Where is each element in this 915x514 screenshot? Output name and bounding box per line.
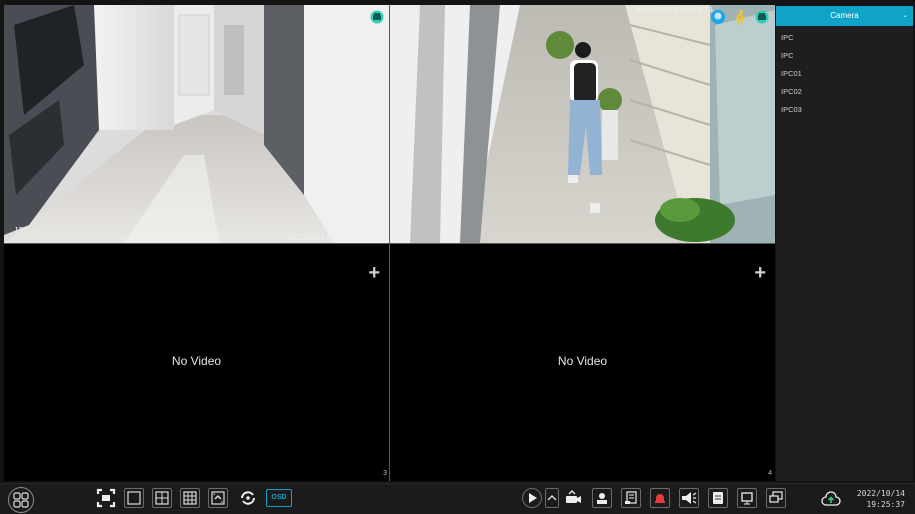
playback-icon [529,493,537,503]
osd-timestamp: 2022/10/14 19:24:14 [634,6,714,14]
camera-list-item[interactable]: IPC02 [776,83,913,101]
osd-toggle[interactable]: OSD [266,489,292,507]
cloud-upgrade-button[interactable] [820,489,842,509]
alarm-icon [655,494,665,503]
add-camera-button[interactable]: + [754,263,766,283]
start-menu-button[interactable] [8,487,34,513]
video-cell-4[interactable]: + No Video 4 [390,244,775,481]
cell-number: 3 [383,470,387,477]
face-detection-icon [711,10,725,24]
camera-selector[interactable]: Camera ⌄ [776,6,913,26]
camera-list-item[interactable]: IPC03 [776,101,913,119]
nine-view-icon [183,491,197,505]
audio-icon [682,492,697,504]
camera-list-item[interactable]: IPC [776,29,913,47]
camera-panel: Camera ⌄ IPC IPC IPC01 IPC02 IPC03 [776,6,913,481]
video-cell-2[interactable]: IPC01 2022/10/14 19:24:14 2 [390,5,775,243]
ptz-button[interactable] [563,488,583,508]
video-grid: IPC02 2022/10/14 19:24:14 IPC01 2022/10/… [4,5,775,481]
add-camera-button[interactable]: + [368,263,380,283]
clock-time: 19:25:37 [866,500,905,509]
video-cell-3[interactable]: + No Video 3 [4,244,389,481]
disk-icon [713,492,723,504]
system-clock: 2022/10/14 19:25:37 [857,488,905,510]
fullscreen-button[interactable] [96,488,116,508]
single-view-button[interactable] [124,488,144,508]
alarm-button[interactable] [650,488,670,508]
manual-record-icon [597,493,607,504]
video-cell-1[interactable]: IPC02 2022/10/14 19:24:14 [4,5,389,243]
record-status-icon [755,10,769,24]
camera-list-item[interactable]: IPC01 [776,65,913,83]
playback-button[interactable] [522,488,542,508]
cell-number: 2 [767,230,771,237]
quad-view-icon [155,491,169,505]
menu-icon [13,492,29,508]
multi-screen-button[interactable] [766,488,786,508]
rotate-icon [241,491,255,505]
expand-toolbar-button[interactable] [545,488,559,508]
snapshot-list-icon [625,491,637,504]
grid-divider-horizontal [4,243,775,244]
no-video-label: No Video [557,354,608,368]
camera-list-item[interactable]: IPC [776,47,913,65]
single-view-icon [127,491,141,505]
cloud-upload-icon [821,491,841,506]
sequence-view-icon [211,491,225,505]
camera-list: IPC IPC IPC01 IPC02 IPC03 [776,29,913,119]
camera-feed-image [4,5,389,243]
record-status-icon [370,10,384,24]
screen-out-icon [741,492,753,505]
screen-output-button[interactable] [737,488,757,508]
cell-number: 4 [768,470,772,477]
clock-date: 2022/10/14 [856,489,905,498]
camera-label: IPC02 [15,226,43,235]
manual-record-button[interactable] [592,488,612,508]
camera-feed-image [390,5,775,243]
camera-selector-label: Camera [830,11,859,20]
sequence-view-button[interactable] [208,488,228,508]
nvr-live-view: IPC02 2022/10/14 19:24:14 IPC01 2022/10/… [0,0,915,514]
chevron-down-icon: ⌄ [902,12,908,19]
audio-button[interactable] [679,488,699,508]
camera-label: IPC01 [394,6,422,15]
motion-alarm-icon [735,10,746,25]
chevron-up-icon [547,495,557,501]
fullscreen-icon [96,488,116,508]
disk-button[interactable] [708,488,728,508]
nine-view-button[interactable] [180,488,200,508]
multi-screen-icon [769,491,783,503]
rotate-button[interactable] [238,488,258,508]
snapshot-list-button[interactable] [621,488,641,508]
osd-timestamp: 2022/10/14 19:24:14 [287,234,367,242]
quad-view-button[interactable] [152,488,172,508]
ptz-camera-icon [566,490,581,503]
bottom-toolbar: OSD 2022/10/14 19:25:37 [0,483,915,514]
no-video-label: No Video [171,354,222,368]
